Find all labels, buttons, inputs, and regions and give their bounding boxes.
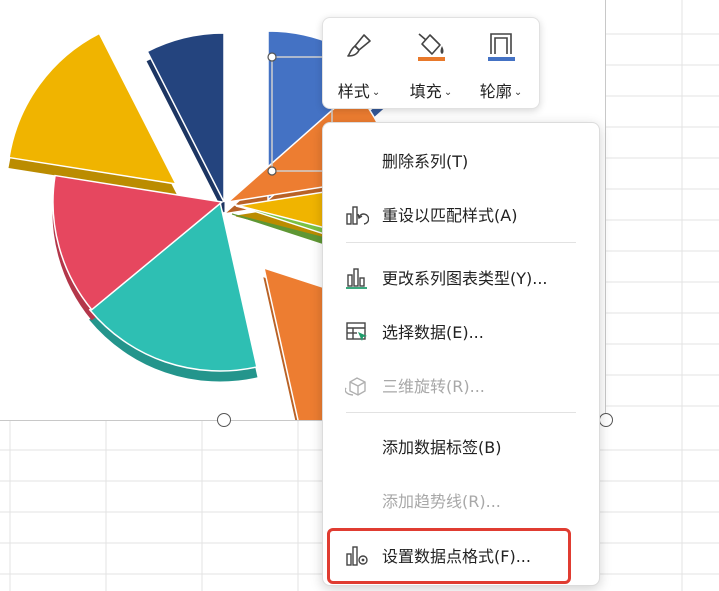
menu-item-select-data[interactable]: 选择数据(E)...: [323, 310, 599, 350]
point-handle-0[interactable]: [267, 52, 277, 62]
menu-separator: [346, 242, 576, 243]
brush-icon: [347, 34, 371, 57]
menu-item-reset-style[interactable]: 重设以匹配样式(A): [323, 193, 599, 233]
menu-item-label: 添加数据标签(B): [382, 438, 502, 457]
menu-item-label: 三维旋转(R)...: [382, 377, 485, 396]
select-data-icon: [346, 322, 367, 341]
reset-chart-style-icon: [346, 206, 369, 225]
outline-label: 轮廓 ⌄: [479, 82, 523, 101]
menu-item-label: 更改系列图表类型(Y)...: [382, 269, 548, 288]
style-button[interactable]: 样式 ⌄: [327, 24, 391, 102]
resize-handle-bottom-right[interactable]: [599, 413, 613, 427]
menu-item-label: 删除系列(T): [382, 152, 469, 171]
fill-label: 填充 ⌄: [409, 82, 453, 101]
point-handle-1[interactable]: [267, 166, 277, 176]
outline-icon: [488, 33, 515, 61]
change-chart-type-icon: [346, 268, 367, 289]
highlight-annotation: [327, 528, 571, 584]
fill-button[interactable]: 填充 ⌄: [399, 24, 463, 102]
fill-bucket-icon: [418, 33, 445, 61]
context-menu: 删除系列(T) 重设以匹配样式(A) 更改系列图表类型(Y)... 选择数据(E…: [322, 122, 600, 586]
style-label: 样式 ⌄: [337, 82, 381, 101]
menu-item-label: 添加趋势线(R)...: [382, 492, 501, 511]
menu-item-change-chart-type[interactable]: 更改系列图表类型(Y)...: [323, 256, 599, 296]
menu-item-label: 重设以匹配样式(A): [382, 206, 518, 225]
rotate-3d-icon: [345, 377, 366, 396]
outline-button[interactable]: 轮廓 ⌄: [469, 24, 533, 102]
resize-handle-bottom[interactable]: [217, 413, 231, 427]
menu-item-add-trendline[interactable]: 添加趋势线(R)...: [323, 479, 599, 519]
menu-item-delete-series[interactable]: 删除系列(T): [323, 139, 599, 179]
menu-item-label: 选择数据(E)...: [382, 323, 484, 342]
menu-item-add-data-labels[interactable]: 添加数据标签(B): [323, 425, 599, 465]
menu-separator: [346, 412, 576, 413]
mini-format-toolbar: 样式 ⌄ 填充 ⌄ 轮廓 ⌄: [322, 17, 540, 109]
menu-item-3d-rotation[interactable]: 三维旋转(R)...: [323, 364, 599, 404]
